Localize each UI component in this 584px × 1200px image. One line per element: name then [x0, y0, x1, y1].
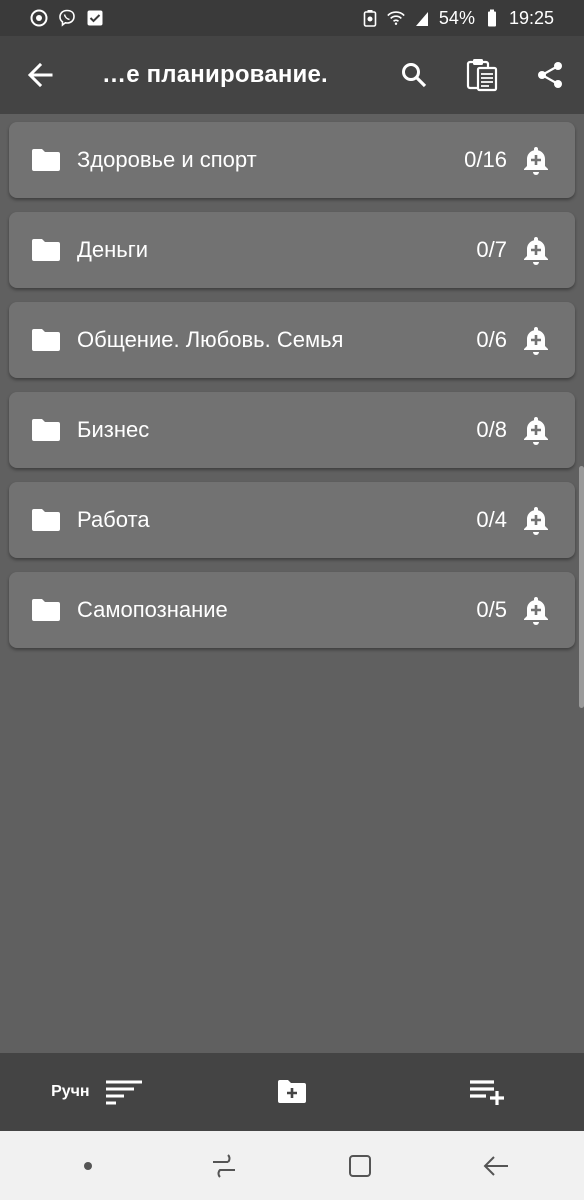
sort-icon	[105, 1080, 142, 1105]
folder-name: Здоровье и спорт	[77, 147, 257, 172]
folder-count: 0/6	[476, 327, 507, 352]
folder-name: Бизнес	[77, 417, 150, 442]
folder-item[interactable]: Работа 0/4	[9, 482, 575, 558]
share-icon	[538, 62, 562, 88]
folder-item[interactable]: Бизнес 0/8	[9, 392, 575, 468]
add-folder-button[interactable]	[195, 1053, 390, 1131]
folder-icon	[31, 327, 63, 353]
folder-name: Общение. Любовь. Семья	[77, 327, 344, 352]
add-reminder-icon[interactable]	[521, 324, 551, 356]
folder-item[interactable]: Общение. Любовь. Семья 0/6	[9, 302, 575, 378]
nav-dot-button[interactable]	[58, 1136, 118, 1196]
home-icon	[349, 1154, 371, 1177]
folder-name: Деньги	[77, 237, 149, 262]
system-nav-bar	[0, 1131, 584, 1200]
search-button[interactable]	[380, 36, 448, 114]
status-bar: 54% 19:25	[0, 0, 584, 36]
sort-label: Ручн	[51, 1083, 90, 1100]
clipboard-button[interactable]	[448, 36, 516, 114]
folder-name: Работа	[77, 507, 150, 532]
dot-icon	[84, 1161, 92, 1170]
add-reminder-icon[interactable]	[521, 414, 551, 446]
share-button[interactable]	[516, 36, 584, 114]
folder-item[interactable]: Самопознание 0/5	[9, 572, 575, 648]
folder-icon	[31, 597, 63, 623]
battery-saver-icon	[361, 9, 379, 27]
folder-list: Здоровье и спорт 0/16 Деньги 0/7 Общение…	[9, 122, 575, 662]
add-reminder-icon[interactable]	[521, 504, 551, 536]
system-back-icon	[483, 1155, 508, 1176]
clipboard-icon	[466, 59, 498, 92]
search-icon	[402, 63, 427, 88]
folder-item[interactable]: Деньги 0/7	[9, 212, 575, 288]
add-list-icon	[469, 1080, 504, 1105]
folder-count: 0/16	[464, 147, 507, 172]
folder-icon	[31, 237, 63, 263]
bottom-toolbar: Ручн	[0, 1053, 584, 1131]
folder-count: 0/4	[476, 507, 507, 532]
recent-apps-icon	[213, 1153, 235, 1178]
app-bar-actions	[380, 36, 584, 114]
add-folder-icon	[278, 1080, 306, 1103]
folder-icon	[31, 147, 63, 173]
folder-icon	[31, 417, 63, 443]
signal-icon	[413, 9, 431, 27]
page-title: …е планирование.	[102, 61, 328, 88]
folder-count: 0/8	[476, 417, 507, 442]
folder-count: 0/7	[476, 237, 507, 262]
battery-percent: 54%	[438, 7, 475, 28]
folder-count: 0/5	[476, 597, 507, 622]
viber-icon	[58, 9, 76, 27]
system-back-button[interactable]	[466, 1136, 526, 1196]
recent-apps-button[interactable]	[194, 1136, 254, 1196]
wifi-icon	[387, 9, 405, 27]
sort-button[interactable]: Ручн	[0, 1053, 195, 1131]
folder-name: Самопознание	[77, 597, 228, 622]
scrollbar[interactable]	[579, 466, 584, 708]
back-button[interactable]	[0, 36, 80, 114]
back-arrow-icon	[27, 62, 53, 88]
status-left	[30, 9, 104, 27]
status-right: 54% 19:25	[361, 8, 554, 29]
clock: 19:25	[508, 7, 554, 28]
home-button[interactable]	[330, 1136, 390, 1196]
add-list-button[interactable]	[389, 1053, 584, 1131]
add-reminder-icon[interactable]	[521, 234, 551, 266]
add-reminder-icon[interactable]	[521, 144, 551, 176]
folder-item[interactable]: Здоровье и спорт 0/16	[9, 122, 575, 198]
add-reminder-icon[interactable]	[521, 594, 551, 626]
checkbox-icon	[86, 9, 104, 27]
chrome-icon	[30, 9, 48, 27]
battery-icon	[483, 9, 501, 27]
folder-icon	[31, 507, 63, 533]
app-bar: …е планирование.	[0, 36, 584, 114]
